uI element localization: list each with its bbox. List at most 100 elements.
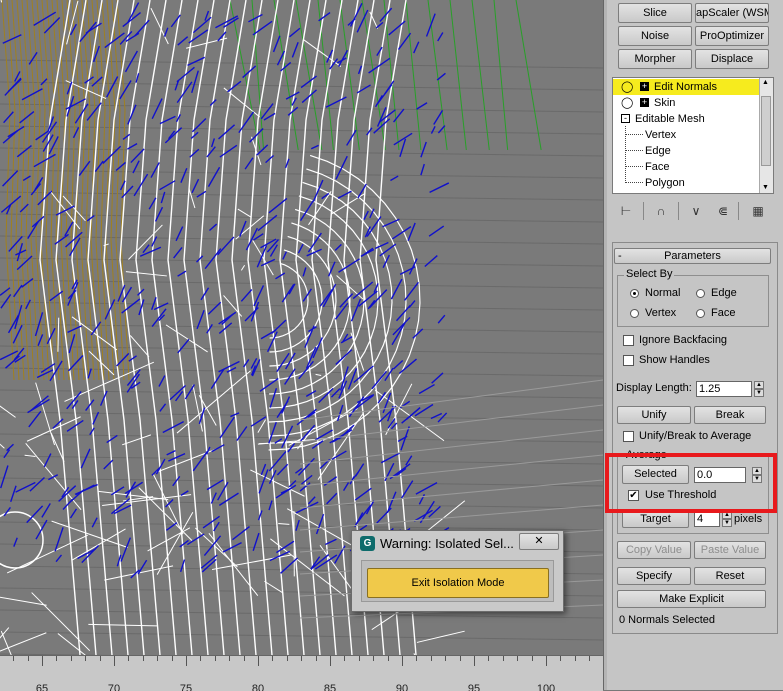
ruler-tick: [287, 656, 288, 661]
ruler-tick: [272, 656, 273, 661]
target-spinner-down-icon[interactable]: ▼: [722, 519, 732, 527]
paste-value-button[interactable]: Paste Value: [694, 541, 766, 559]
ruler-tick: [301, 656, 302, 661]
scroll-up-arrow-icon[interactable]: ▲: [762, 79, 769, 86]
specify-button[interactable]: Specify: [617, 567, 691, 585]
stack-item-label: Edit Normals: [654, 79, 717, 95]
ruler-tick: [172, 656, 173, 661]
stack-subitem-polygon[interactable]: Polygon: [613, 175, 761, 191]
ruler-tick: [143, 656, 144, 661]
normal-radio-label[interactable]: Normal: [645, 287, 680, 299]
unify-break-to-average-label[interactable]: Unify/Break to Average: [639, 430, 751, 442]
lightbulb-icon[interactable]: ◯: [621, 79, 633, 95]
display-length-spinner-down-icon[interactable]: ▼: [754, 389, 764, 397]
time-ruler[interactable]: 65707580859095100: [0, 655, 603, 691]
parameters-rollout-header[interactable]: - Parameters: [614, 248, 771, 264]
stack-item-label: Edge: [645, 143, 671, 159]
displace-button[interactable]: Displace: [695, 49, 769, 69]
unify-button[interactable]: Unify: [617, 406, 691, 424]
ruler-tick: [373, 656, 374, 661]
toolbar-divider: [678, 202, 679, 220]
toolbar-divider: [738, 202, 739, 220]
ruler-tick: [244, 656, 245, 661]
ruler-tick: [330, 656, 331, 666]
stack-subitem-vertex[interactable]: Vertex: [613, 127, 761, 143]
rollout-title: Parameters: [664, 250, 721, 262]
ruler-tick: [316, 656, 317, 661]
ruler-tick: [215, 656, 216, 661]
stack-item-label: Vertex: [645, 127, 676, 143]
expand-plus-icon[interactable]: +: [640, 98, 649, 107]
ruler-tick: [71, 656, 72, 661]
stack-item-label: Editable Mesh: [635, 111, 705, 127]
show-handles-label[interactable]: Show Handles: [639, 354, 710, 366]
stack-scrollbar[interactable]: ▲ ▼: [759, 78, 773, 193]
ruler-tick: [488, 656, 489, 661]
ruler-tick: [100, 656, 101, 661]
collapse-minus-icon[interactable]: -: [621, 114, 630, 123]
show-handles-checkbox[interactable]: [623, 355, 634, 366]
break-button[interactable]: Break: [694, 406, 766, 424]
remove-modifier-icon[interactable]: ⋐: [714, 203, 732, 219]
ruler-tick: [186, 656, 187, 666]
stack-item-edit-normals[interactable]: ◯ + Edit Normals: [613, 79, 761, 95]
pin-stack-icon[interactable]: ⊢: [617, 203, 635, 219]
expand-plus-icon[interactable]: +: [640, 82, 649, 91]
ruler-tick: [589, 656, 590, 661]
ruler-tick: [359, 656, 360, 661]
ruler-tick: [388, 656, 389, 661]
modifier-stack[interactable]: ◯ + Edit Normals ◯ + Skin - Editable Mes…: [612, 77, 774, 194]
dialog-title: Warning: Isolated Sel...: [380, 536, 514, 551]
prooptimizer-button[interactable]: ProOptimizer: [695, 26, 769, 46]
edge-radio-label[interactable]: Edge: [711, 287, 737, 299]
ruler-tick: [28, 656, 29, 661]
configure-modifier-sets-icon[interactable]: ▦: [749, 203, 767, 219]
vertex-radio-label[interactable]: Vertex: [645, 307, 676, 319]
make-explicit-button[interactable]: Make Explicit: [617, 590, 766, 608]
select-by-label: Select By: [624, 268, 674, 280]
morpher-button[interactable]: Morpher: [618, 49, 692, 69]
ruler-tick: [460, 656, 461, 661]
vertex-radio[interactable]: [630, 309, 639, 318]
annotation-highlight-box: [605, 453, 777, 513]
ruler-tick: [42, 656, 43, 666]
ruler-tick: [114, 656, 115, 666]
show-end-result-icon[interactable]: ∩: [652, 203, 670, 219]
display-length-input[interactable]: 1.25: [696, 381, 752, 397]
ruler-tick: [128, 656, 129, 661]
ruler-tick: [344, 656, 345, 661]
stack-subitem-edge[interactable]: Edge: [613, 143, 761, 159]
face-radio[interactable]: [696, 309, 705, 318]
stack-subitem-face[interactable]: Face: [613, 159, 761, 175]
slice-button[interactable]: Slice: [618, 3, 692, 23]
ignore-backfacing-label[interactable]: Ignore Backfacing: [639, 334, 727, 346]
normal-radio[interactable]: [630, 289, 639, 298]
ruler-tick: [575, 656, 576, 661]
ruler-tick: [258, 656, 259, 666]
uvw-scaler-button[interactable]: apScaler (WSM: [695, 3, 769, 23]
stack-item-skin[interactable]: ◯ + Skin: [613, 95, 761, 111]
edge-radio[interactable]: [696, 289, 705, 298]
copy-value-button[interactable]: Copy Value: [617, 541, 691, 559]
stack-item-editable-mesh[interactable]: - Editable Mesh: [613, 111, 761, 127]
dialog-close-button[interactable]: ✕: [519, 533, 559, 550]
target-pixels-input[interactable]: 4: [694, 511, 720, 527]
toolbar-divider: [643, 202, 644, 220]
exit-isolation-mode-button[interactable]: Exit Isolation Mode: [367, 568, 549, 598]
noise-button[interactable]: Noise: [618, 26, 692, 46]
ignore-backfacing-checkbox[interactable]: [623, 335, 634, 346]
ruler-tick: [56, 656, 57, 661]
ruler-tick: [157, 656, 158, 661]
scroll-thumb[interactable]: [761, 96, 771, 166]
stack-item-label: Polygon: [645, 175, 685, 191]
make-unique-icon[interactable]: ∨: [687, 203, 705, 219]
unify-break-to-average-checkbox[interactable]: [623, 431, 634, 442]
reset-button[interactable]: Reset: [694, 567, 766, 585]
ruler-tick: [13, 656, 14, 661]
scroll-down-arrow-icon[interactable]: ▼: [762, 184, 769, 191]
display-length-spinner-up-icon[interactable]: ▲: [754, 381, 764, 389]
ruler-tick: [229, 656, 230, 661]
face-radio-label[interactable]: Face: [711, 307, 735, 319]
ruler-tick: [445, 656, 446, 661]
lightbulb-icon[interactable]: ◯: [621, 95, 633, 111]
